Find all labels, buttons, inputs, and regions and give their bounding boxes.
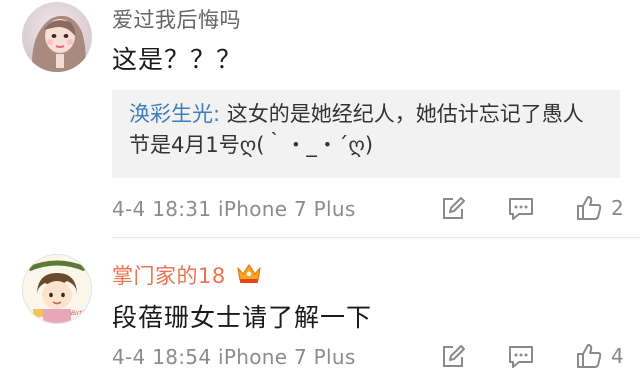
message-icon (509, 346, 533, 368)
message-icon (509, 198, 533, 220)
thumbs-up-icon (577, 196, 602, 220)
comment-text: 段蓓珊女士请了解一下 (112, 303, 373, 332)
like-button[interactable]: 2 (575, 194, 624, 222)
edit-button[interactable] (440, 196, 466, 222)
comment-meta: 4-4 18:31 iPhone 7 Plus (112, 197, 356, 221)
edit-button[interactable] (440, 344, 466, 370)
comment-button[interactable] (507, 196, 535, 222)
edit-icon (443, 345, 465, 367)
reply-author[interactable]: 涣彩生光: (129, 102, 220, 126)
avatar[interactable]: Birthday (22, 254, 92, 324)
avatar[interactable] (22, 2, 92, 72)
like-count: 4 (611, 344, 624, 368)
comment-button[interactable] (507, 344, 535, 370)
edit-icon (443, 197, 465, 219)
username[interactable]: 爱过我后悔吗 (112, 4, 241, 34)
comment-item: 爱过我后悔吗 这是？？？ 涣彩生光: 这女的是她经纪人，她估计忘记了愚人节是4月… (0, 0, 640, 238)
comment-meta: 4-4 18:54 iPhone 7 Plus (112, 345, 356, 369)
svg-text:Birthday: Birthday (71, 310, 91, 317)
crown-badge-icon (237, 264, 261, 283)
like-button[interactable]: 4 (575, 342, 624, 370)
comment-text: 这是？？？ (112, 45, 243, 74)
username[interactable]: 掌门家的18 (112, 260, 226, 290)
comment-item: Birthday 掌门家的18 段蓓珊女士请了解一下 4-4 18:54 iPh… (0, 238, 640, 388)
reply-quote[interactable]: 涣彩生光: 这女的是她经纪人，她估计忘记了愚人节是4月1号ღ(｀・_・´ღ) (112, 90, 620, 178)
thumbs-up-icon (577, 344, 602, 368)
like-count: 2 (611, 196, 624, 220)
